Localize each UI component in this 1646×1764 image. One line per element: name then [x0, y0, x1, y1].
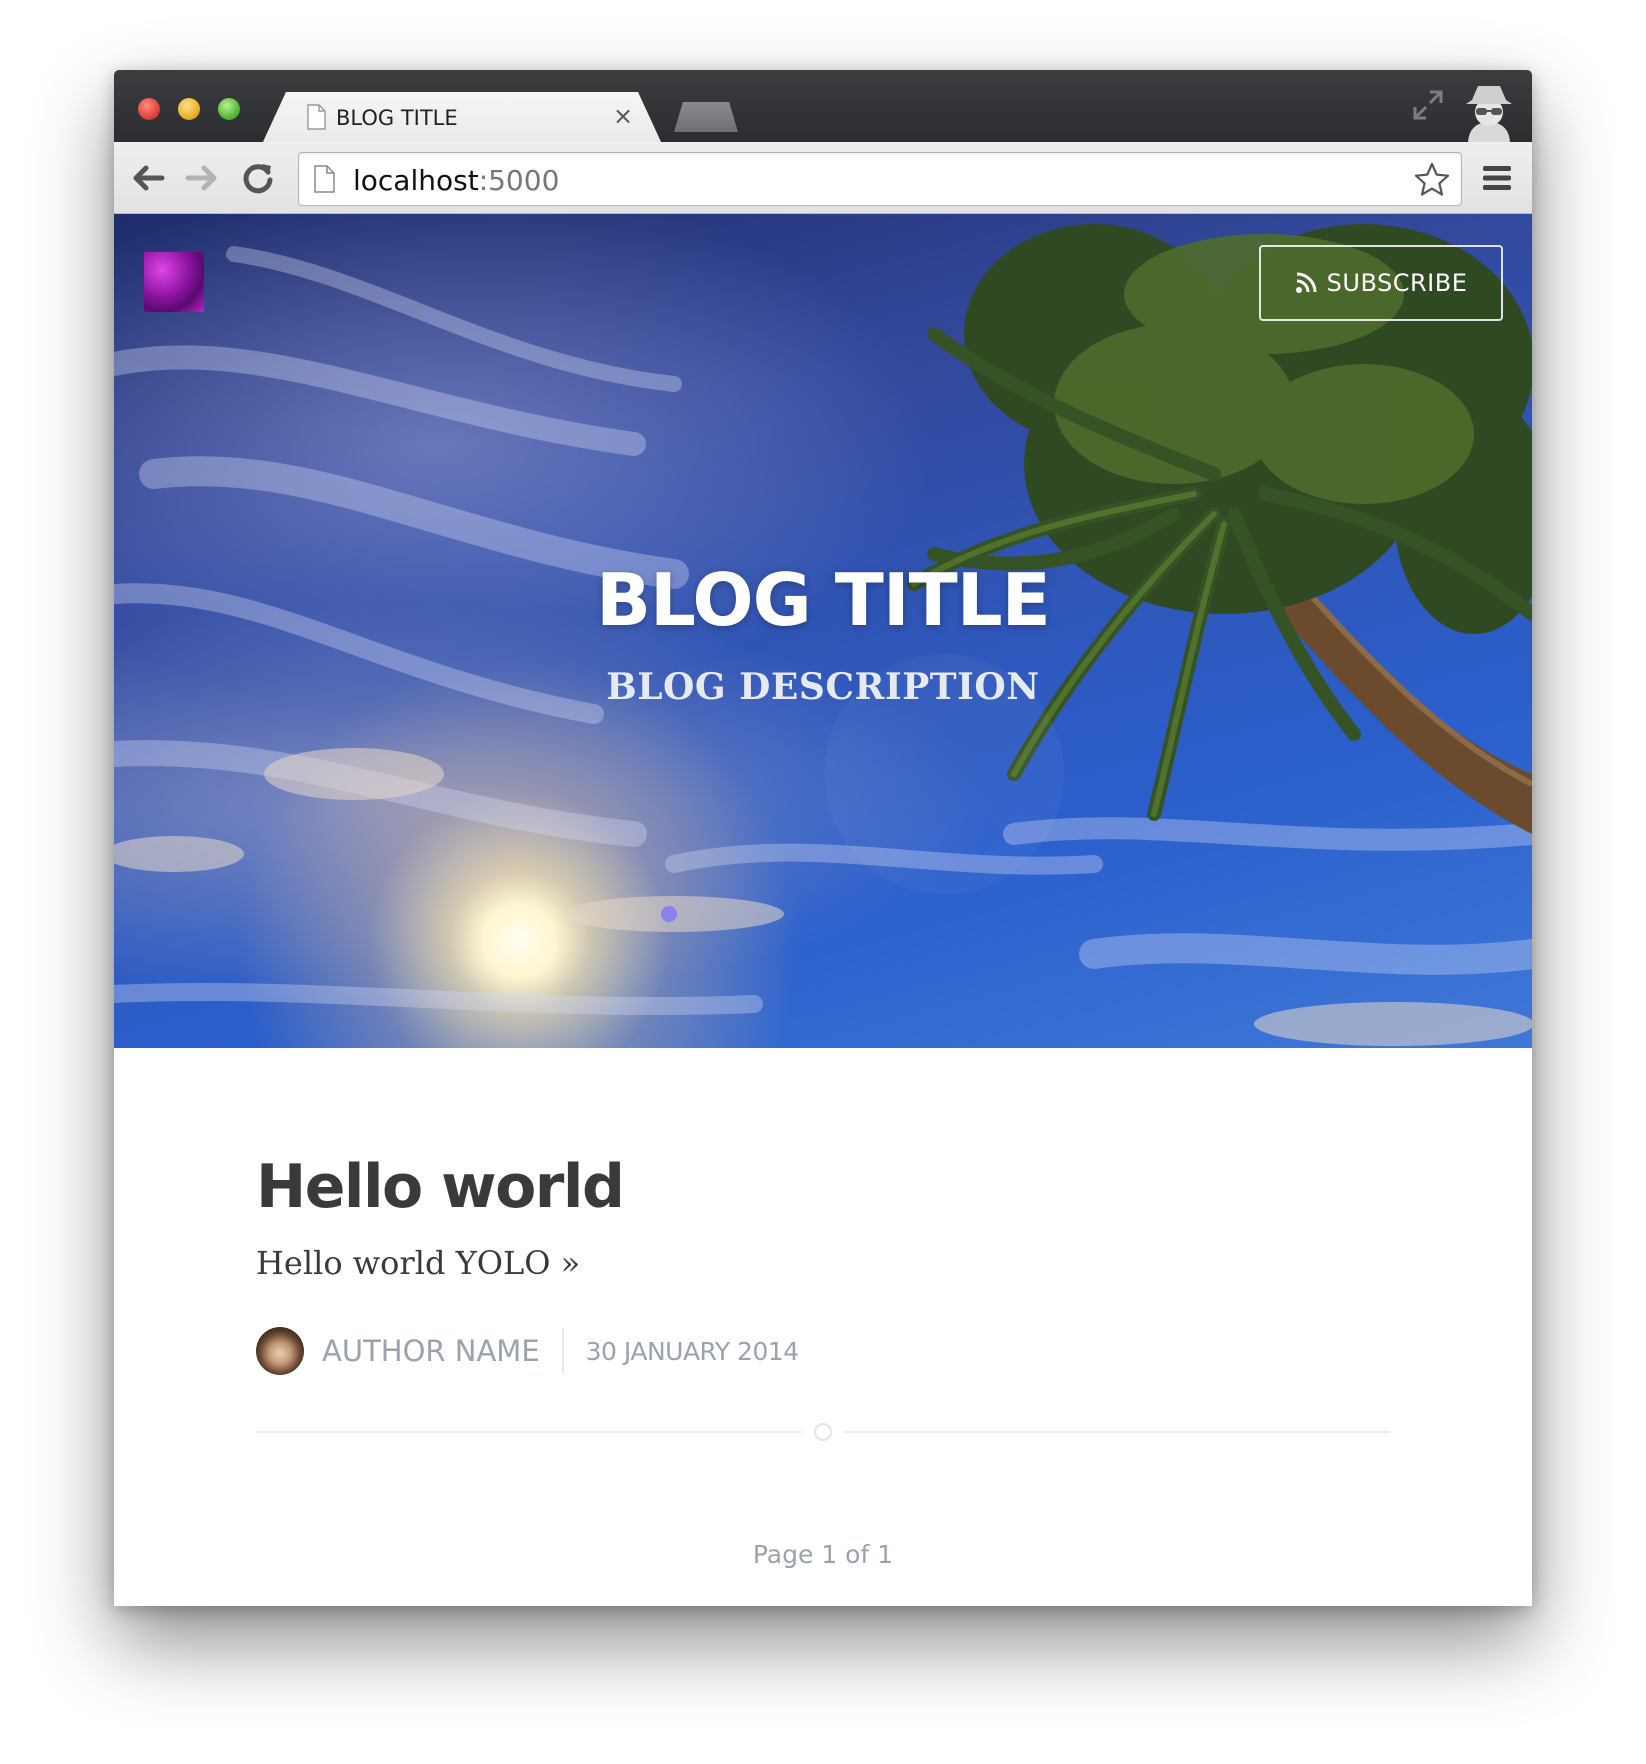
post-meta: AUTHOR NAME 30 JANUARY 2014	[256, 1326, 799, 1376]
page-icon	[307, 104, 326, 130]
back-arrow-icon[interactable]	[128, 160, 168, 196]
star-icon[interactable]	[1413, 161, 1451, 199]
separator-line-right	[844, 1431, 1390, 1433]
post-excerpt-text: Hello world YOLO	[256, 1244, 551, 1282]
meta-divider	[561, 1329, 564, 1373]
rss-icon	[1295, 272, 1317, 293]
post-list: Hello world Hello world YOLO » AUTHOR NA…	[114, 1048, 1532, 1606]
forward-arrow-icon[interactable]	[182, 160, 222, 196]
subscribe-label: SUBSCRIBE	[1326, 269, 1468, 297]
author-avatar	[256, 1327, 304, 1375]
zoom-window-button[interactable]	[218, 98, 240, 120]
blog-cover: SUBSCRIBE BLOG TITLE BLOG DESCRIPTION	[114, 214, 1532, 1048]
close-window-button[interactable]	[138, 98, 160, 120]
post-title[interactable]: Hello world	[256, 1152, 625, 1222]
separator-circle	[814, 1423, 832, 1441]
post-separator	[256, 1422, 1390, 1442]
browser-window: BLOG TITLE × localhost:5000 SUBSCRIBE BL…	[114, 70, 1532, 1606]
incognito-icon	[1466, 86, 1512, 144]
read-more-link[interactable]: »	[561, 1244, 581, 1282]
new-tab-button[interactable]	[674, 102, 738, 132]
page-icon	[314, 165, 335, 193]
minimize-window-button[interactable]	[178, 98, 200, 120]
hamburger-menu-icon[interactable]	[1480, 162, 1514, 194]
reload-icon[interactable]	[238, 160, 278, 196]
browser-toolbar: localhost:5000	[114, 142, 1532, 214]
fullscreen-icon[interactable]	[1411, 88, 1445, 122]
post-date: 30 JANUARY 2014	[585, 1336, 800, 1366]
subscribe-button[interactable]: SUBSCRIBE	[1259, 245, 1503, 321]
blog-title: BLOG TITLE	[596, 558, 1051, 642]
close-icon[interactable]: ×	[610, 102, 636, 132]
url-text: localhost:5000	[353, 164, 559, 197]
url-port: :5000	[478, 164, 560, 197]
tab-title: BLOG TITLE	[336, 106, 458, 130]
post-excerpt: Hello world YOLO »	[256, 1244, 580, 1282]
url-host: localhost	[353, 164, 479, 197]
tab-blog-title[interactable]: BLOG TITLE ×	[262, 92, 662, 144]
author-name[interactable]: AUTHOR NAME	[322, 1334, 540, 1368]
blog-logo[interactable]	[144, 252, 204, 312]
separator-line-left	[256, 1431, 802, 1433]
pagination: Page 1 of 1	[752, 1540, 894, 1569]
tab-bar: BLOG TITLE ×	[114, 70, 1532, 144]
address-bar[interactable]: localhost:5000	[298, 152, 1462, 206]
blog-description: BLOG DESCRIPTION	[606, 666, 1040, 708]
